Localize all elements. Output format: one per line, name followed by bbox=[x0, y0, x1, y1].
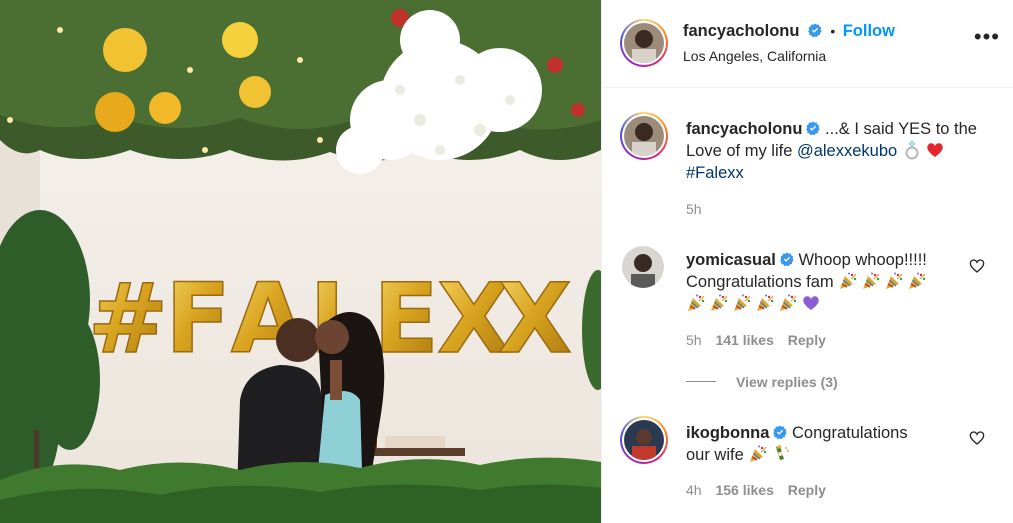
verified-badge-icon bbox=[773, 425, 787, 439]
post-photo[interactable]: #FALEXX bbox=[0, 0, 601, 523]
caption-username[interactable]: fancyacholonu bbox=[686, 120, 802, 138]
view-replies-button[interactable]: View replies (3) bbox=[736, 374, 838, 390]
more-options-icon[interactable]: ••• bbox=[974, 26, 1000, 48]
comment-meta: 4h 156 likes Reply bbox=[686, 482, 826, 498]
purple-heart-emoji bbox=[803, 296, 819, 310]
caption-hashtag[interactable]: #Falexx bbox=[686, 164, 744, 182]
party-popper-emoji bbox=[780, 294, 797, 311]
comment-text-line2: our wife bbox=[686, 446, 744, 464]
caption-avatar[interactable] bbox=[620, 112, 668, 160]
party-popper-emoji bbox=[734, 294, 751, 311]
party-popper-emoji bbox=[909, 272, 926, 289]
post-side-panel: fancyacholonu • Follow Los Angeles, Cali… bbox=[601, 0, 1013, 523]
heart-icon[interactable] bbox=[969, 430, 985, 446]
comment-time[interactable]: 5h bbox=[686, 332, 702, 348]
party-popper-emoji bbox=[711, 294, 728, 311]
post-location[interactable]: Los Angeles, California bbox=[683, 48, 826, 64]
ring-emoji bbox=[905, 140, 919, 160]
red-heart-emoji bbox=[927, 143, 943, 157]
replies-divider bbox=[686, 381, 716, 382]
comment-likes[interactable]: 141 likes bbox=[715, 332, 773, 348]
comment-body: ikogbonna Congratulations our wife bbox=[686, 422, 966, 466]
engagement-photo: #FALEXX bbox=[0, 0, 601, 523]
comment-text-line2: Congratulations fam bbox=[686, 273, 834, 291]
comment-text-line1: Whoop whoop!!!!! bbox=[798, 251, 927, 269]
follow-button[interactable]: Follow bbox=[843, 22, 895, 40]
comment-text-line1: Congratulations bbox=[792, 424, 908, 442]
post-header: fancyacholonu • Follow Los Angeles, Cali… bbox=[602, 0, 1013, 88]
comment-username[interactable]: ikogbonna bbox=[686, 424, 769, 442]
balloon-letter: X bbox=[498, 263, 572, 375]
caption-time[interactable]: 5h bbox=[686, 201, 702, 217]
party-popper-emoji bbox=[748, 445, 771, 464]
party-popper-emoji bbox=[750, 445, 767, 462]
reply-button[interactable]: Reply bbox=[788, 332, 826, 348]
comment-avatar[interactable] bbox=[620, 416, 668, 464]
party-popper-emoji bbox=[886, 272, 903, 289]
party-popper-emoji-group bbox=[686, 294, 801, 313]
comment-meta: 5h 141 likes Reply bbox=[686, 332, 826, 348]
balloon-letter: F bbox=[165, 263, 231, 375]
follow-separator: • bbox=[830, 23, 836, 39]
party-popper-emoji bbox=[863, 272, 880, 289]
heart-icon[interactable] bbox=[969, 258, 985, 274]
post-caption: fancyacholonu ...& I said YES to the Lov… bbox=[686, 118, 996, 184]
balloon-letter: # bbox=[88, 263, 168, 375]
party-popper-emoji bbox=[757, 294, 774, 311]
author-avatar[interactable] bbox=[620, 19, 668, 67]
comment-avatar[interactable] bbox=[622, 246, 664, 288]
comment-time[interactable]: 4h bbox=[686, 482, 702, 498]
verified-badge-icon bbox=[808, 23, 822, 37]
verified-badge-icon bbox=[780, 252, 794, 266]
party-popper-emoji-group bbox=[838, 272, 930, 291]
party-popper-emoji bbox=[840, 272, 857, 289]
comment-username[interactable]: yomicasual bbox=[686, 251, 776, 269]
caption-mention[interactable]: @alexxekubo bbox=[797, 142, 897, 160]
comment-body: yomicasual Whoop whoop!!!!! Congratulati… bbox=[686, 249, 966, 315]
verified-badge-icon bbox=[806, 121, 820, 135]
party-popper-emoji bbox=[688, 294, 705, 311]
reply-button[interactable]: Reply bbox=[788, 482, 826, 498]
author-username[interactable]: fancyacholonu bbox=[683, 22, 799, 40]
comment-likes[interactable]: 156 likes bbox=[715, 482, 773, 498]
champagne-emoji bbox=[776, 445, 790, 460]
